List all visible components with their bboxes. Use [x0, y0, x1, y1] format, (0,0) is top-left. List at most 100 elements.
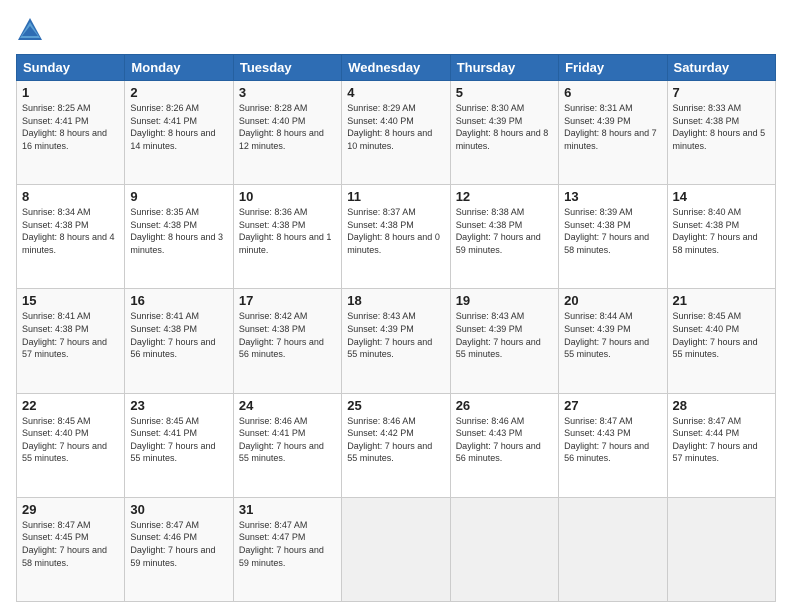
calendar-cell: 25 Sunrise: 8:46 AMSunset: 4:42 PMDayligh…: [342, 393, 450, 497]
day-info: Sunrise: 8:41 AMSunset: 4:38 PMDaylight:…: [130, 310, 227, 360]
day-number: 31: [239, 502, 336, 517]
day-info: Sunrise: 8:25 AMSunset: 4:41 PMDaylight:…: [22, 102, 119, 152]
weekday-friday: Friday: [559, 55, 667, 81]
weekday-thursday: Thursday: [450, 55, 558, 81]
weekday-header-row: SundayMondayTuesdayWednesdayThursdayFrid…: [17, 55, 776, 81]
day-number: 29: [22, 502, 119, 517]
day-number: 17: [239, 293, 336, 308]
calendar-cell: [342, 497, 450, 601]
day-info: Sunrise: 8:47 AMSunset: 4:44 PMDaylight:…: [673, 415, 770, 465]
day-info: Sunrise: 8:29 AMSunset: 4:40 PMDaylight:…: [347, 102, 444, 152]
day-number: 3: [239, 85, 336, 100]
day-number: 25: [347, 398, 444, 413]
day-info: Sunrise: 8:46 AMSunset: 4:43 PMDaylight:…: [456, 415, 553, 465]
day-info: Sunrise: 8:45 AMSunset: 4:40 PMDaylight:…: [22, 415, 119, 465]
day-number: 21: [673, 293, 770, 308]
day-number: 1: [22, 85, 119, 100]
calendar-cell: 27 Sunrise: 8:47 AMSunset: 4:43 PMDayligh…: [559, 393, 667, 497]
calendar-cell: 30 Sunrise: 8:47 AMSunset: 4:46 PMDayligh…: [125, 497, 233, 601]
calendar-cell: 5 Sunrise: 8:30 AMSunset: 4:39 PMDaylight…: [450, 81, 558, 185]
day-info: Sunrise: 8:26 AMSunset: 4:41 PMDaylight:…: [130, 102, 227, 152]
day-number: 28: [673, 398, 770, 413]
calendar-cell: [450, 497, 558, 601]
calendar-cell: 19 Sunrise: 8:43 AMSunset: 4:39 PMDayligh…: [450, 289, 558, 393]
day-info: Sunrise: 8:39 AMSunset: 4:38 PMDaylight:…: [564, 206, 661, 256]
day-info: Sunrise: 8:47 AMSunset: 4:45 PMDaylight:…: [22, 519, 119, 569]
calendar-cell: 16 Sunrise: 8:41 AMSunset: 4:38 PMDayligh…: [125, 289, 233, 393]
day-number: 11: [347, 189, 444, 204]
calendar-cell: 6 Sunrise: 8:31 AMSunset: 4:39 PMDaylight…: [559, 81, 667, 185]
day-info: Sunrise: 8:28 AMSunset: 4:40 PMDaylight:…: [239, 102, 336, 152]
day-number: 30: [130, 502, 227, 517]
day-info: Sunrise: 8:35 AMSunset: 4:38 PMDaylight:…: [130, 206, 227, 256]
day-info: Sunrise: 8:47 AMSunset: 4:43 PMDaylight:…: [564, 415, 661, 465]
day-number: 13: [564, 189, 661, 204]
calendar-cell: 13 Sunrise: 8:39 AMSunset: 4:38 PMDayligh…: [559, 185, 667, 289]
day-number: 4: [347, 85, 444, 100]
calendar-cell: 18Sunrise: 8:43 AMSunset: 4:39 PMDayligh…: [342, 289, 450, 393]
calendar-cell: 31 Sunrise: 8:47 AMSunset: 4:47 PMDayligh…: [233, 497, 341, 601]
calendar-cell: 20 Sunrise: 8:44 AMSunset: 4:39 PMDayligh…: [559, 289, 667, 393]
day-number: 22: [22, 398, 119, 413]
day-number: 19: [456, 293, 553, 308]
day-info: Sunrise: 8:31 AMSunset: 4:39 PMDaylight:…: [564, 102, 661, 152]
logo-icon: [16, 16, 44, 44]
day-info: Sunrise: 8:41 AMSunset: 4:38 PMDaylight:…: [22, 310, 119, 360]
day-info: Sunrise: 8:46 AMSunset: 4:41 PMDaylight:…: [239, 415, 336, 465]
calendar-table: SundayMondayTuesdayWednesdayThursdayFrid…: [16, 54, 776, 602]
day-info: Sunrise: 8:38 AMSunset: 4:38 PMDaylight:…: [456, 206, 553, 256]
header: [16, 16, 776, 44]
day-number: 12: [456, 189, 553, 204]
day-info: Sunrise: 8:42 AMSunset: 4:38 PMDaylight:…: [239, 310, 336, 360]
day-info: Sunrise: 8:43 AMSunset: 4:39 PMDaylight:…: [347, 310, 444, 360]
day-info: Sunrise: 8:46 AMSunset: 4:42 PMDaylight:…: [347, 415, 444, 465]
day-number: 16: [130, 293, 227, 308]
day-number: 15: [22, 293, 119, 308]
calendar-cell: 9Sunrise: 8:35 AMSunset: 4:38 PMDaylight…: [125, 185, 233, 289]
weekday-tuesday: Tuesday: [233, 55, 341, 81]
day-number: 7: [673, 85, 770, 100]
calendar-page: SundayMondayTuesdayWednesdayThursdayFrid…: [0, 0, 792, 612]
day-number: 14: [673, 189, 770, 204]
day-info: Sunrise: 8:43 AMSunset: 4:39 PMDaylight:…: [456, 310, 553, 360]
week-row-4: 22 Sunrise: 8:45 AMSunset: 4:40 PMDayligh…: [17, 393, 776, 497]
day-info: Sunrise: 8:34 AMSunset: 4:38 PMDaylight:…: [22, 206, 119, 256]
calendar-cell: 23 Sunrise: 8:45 AMSunset: 4:41 PMDayligh…: [125, 393, 233, 497]
day-number: 6: [564, 85, 661, 100]
week-row-5: 29 Sunrise: 8:47 AMSunset: 4:45 PMDayligh…: [17, 497, 776, 601]
day-number: 10: [239, 189, 336, 204]
day-number: 26: [456, 398, 553, 413]
week-row-1: 1 Sunrise: 8:25 AMSunset: 4:41 PMDaylight…: [17, 81, 776, 185]
calendar-cell: [667, 497, 775, 601]
day-number: 24: [239, 398, 336, 413]
calendar-cell: 7 Sunrise: 8:33 AMSunset: 4:38 PMDaylight…: [667, 81, 775, 185]
day-info: Sunrise: 8:47 AMSunset: 4:46 PMDaylight:…: [130, 519, 227, 569]
day-number: 27: [564, 398, 661, 413]
weekday-wednesday: Wednesday: [342, 55, 450, 81]
day-info: Sunrise: 8:37 AMSunset: 4:38 PMDaylight:…: [347, 206, 444, 256]
calendar-cell: 2 Sunrise: 8:26 AMSunset: 4:41 PMDaylight…: [125, 81, 233, 185]
calendar-cell: [559, 497, 667, 601]
logo: [16, 16, 48, 44]
day-info: Sunrise: 8:33 AMSunset: 4:38 PMDaylight:…: [673, 102, 770, 152]
weekday-monday: Monday: [125, 55, 233, 81]
week-row-2: 8Sunrise: 8:34 AMSunset: 4:38 PMDaylight…: [17, 185, 776, 289]
day-info: Sunrise: 8:47 AMSunset: 4:47 PMDaylight:…: [239, 519, 336, 569]
day-number: 5: [456, 85, 553, 100]
day-number: 23: [130, 398, 227, 413]
calendar-cell: 11 Sunrise: 8:37 AMSunset: 4:38 PMDayligh…: [342, 185, 450, 289]
calendar-cell: 1 Sunrise: 8:25 AMSunset: 4:41 PMDaylight…: [17, 81, 125, 185]
day-info: Sunrise: 8:30 AMSunset: 4:39 PMDaylight:…: [456, 102, 553, 152]
week-row-3: 15 Sunrise: 8:41 AMSunset: 4:38 PMDayligh…: [17, 289, 776, 393]
day-number: 20: [564, 293, 661, 308]
calendar-cell: 26 Sunrise: 8:46 AMSunset: 4:43 PMDayligh…: [450, 393, 558, 497]
calendar-cell: 21 Sunrise: 8:45 AMSunset: 4:40 PMDayligh…: [667, 289, 775, 393]
day-info: Sunrise: 8:40 AMSunset: 4:38 PMDaylight:…: [673, 206, 770, 256]
calendar-cell: 29 Sunrise: 8:47 AMSunset: 4:45 PMDayligh…: [17, 497, 125, 601]
calendar-cell: 3 Sunrise: 8:28 AMSunset: 4:40 PMDaylight…: [233, 81, 341, 185]
weekday-sunday: Sunday: [17, 55, 125, 81]
day-info: Sunrise: 8:45 AMSunset: 4:40 PMDaylight:…: [673, 310, 770, 360]
day-info: Sunrise: 8:45 AMSunset: 4:41 PMDaylight:…: [130, 415, 227, 465]
day-number: 2: [130, 85, 227, 100]
day-info: Sunrise: 8:44 AMSunset: 4:39 PMDaylight:…: [564, 310, 661, 360]
